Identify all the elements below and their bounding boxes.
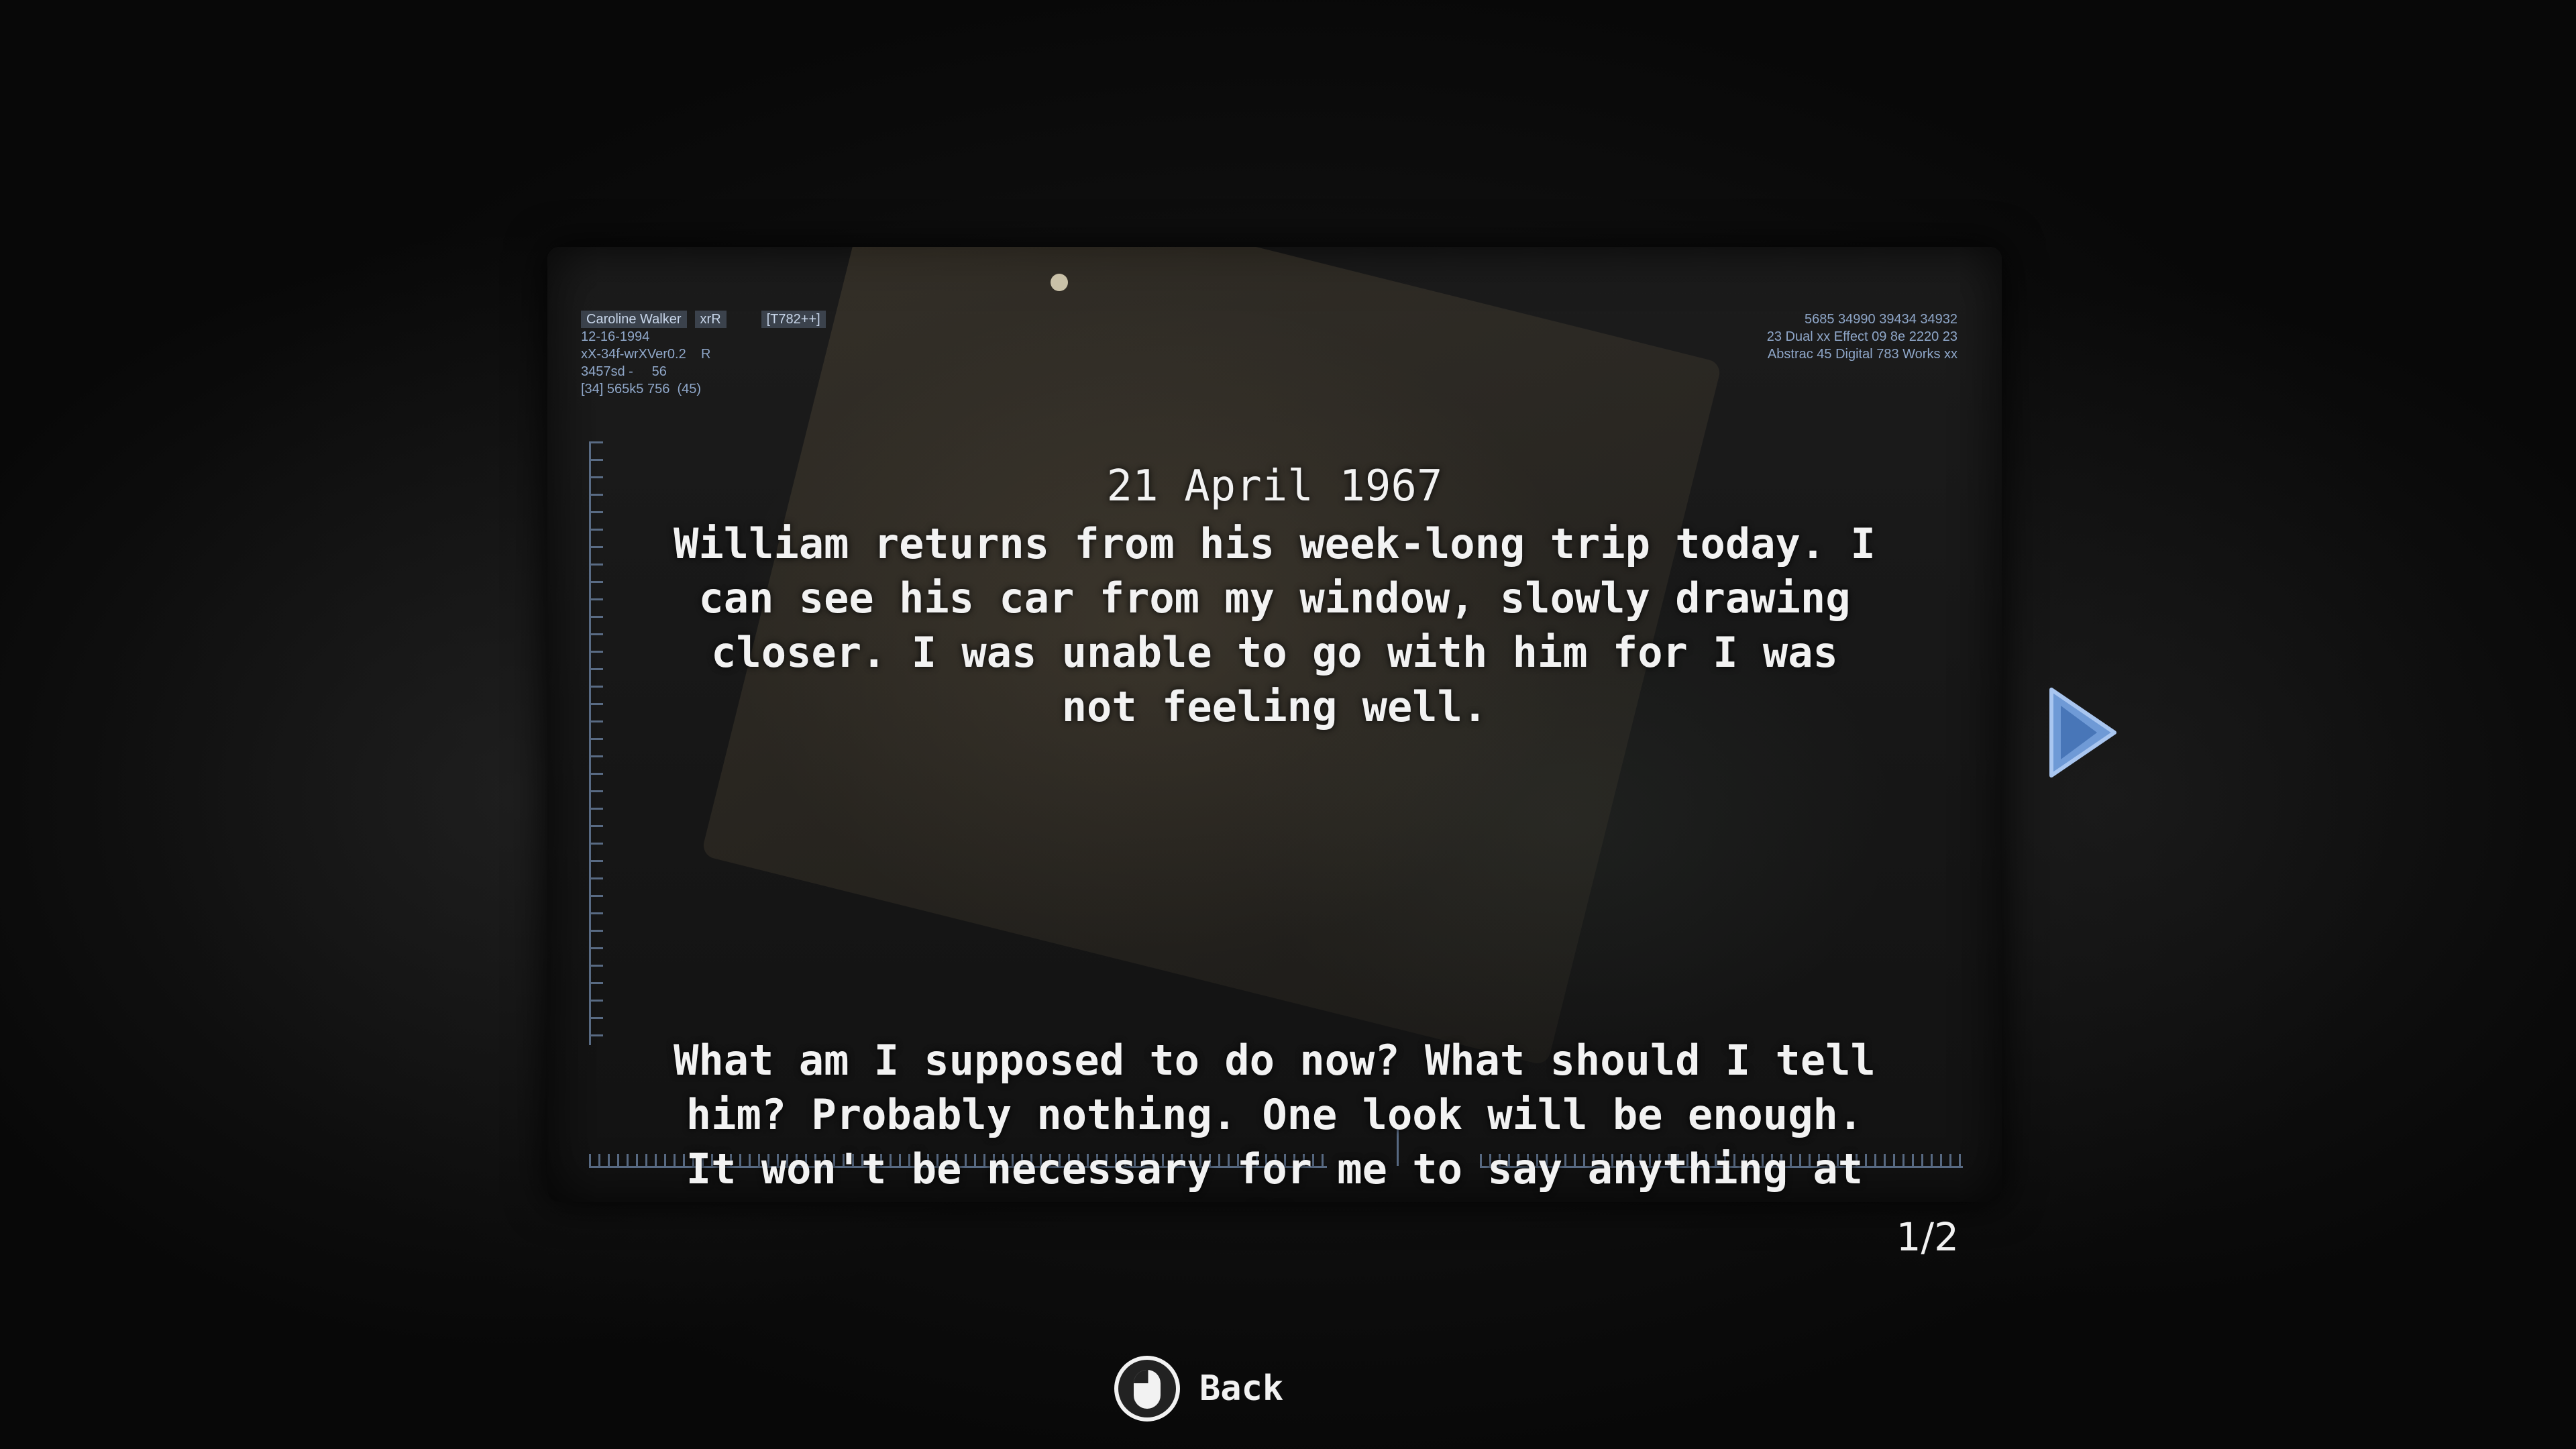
- hud-line: xX-34f-wrXVer0.2 R: [581, 347, 711, 362]
- hud-line: Abstrac 45 Digital 783 Works xx: [1767, 347, 1957, 362]
- back-label: Back: [1199, 1368, 1284, 1409]
- document-date: 21 April 1967: [1106, 462, 1443, 511]
- hud-line: 12-16-1994: [581, 329, 650, 344]
- hud-info-left: Caroline Walker xrR [T782++] 12-16-1994 xX…: [581, 311, 834, 398]
- document-paragraph: William returns from his week-long trip …: [674, 519, 1876, 731]
- hud-line: 3457sd - 56: [581, 364, 667, 379]
- page-counter: 1/2: [1896, 1214, 1959, 1260]
- hud-code: [T782++]: [761, 311, 826, 328]
- mouse-left-click-icon: [1114, 1355, 1181, 1422]
- vertical-ruler: [589, 441, 618, 1045]
- next-page-arrow-icon[interactable]: [2046, 686, 2120, 780]
- document-panel: Caroline Walker xrR [T782++] 12-16-1994 xX…: [547, 247, 2002, 1202]
- hud-name: Caroline Walker: [581, 311, 687, 328]
- hud-info-right: 5685 34990 39434 34932 23 Dual xx Effect…: [1767, 311, 1957, 363]
- hud-line: 5685 34990 39434 34932: [1804, 312, 1957, 327]
- document-paragraph: What am I supposed to do now? What shoul…: [674, 1036, 1876, 1202]
- back-button[interactable]: Back: [1114, 1355, 1283, 1422]
- hud-tag: xrR: [694, 311, 727, 328]
- pin-dot: [1051, 274, 1068, 291]
- hud-line: [34] 565k5 756 (45): [581, 382, 702, 396]
- hud-line: 23 Dual xx Effect 09 8e 2220 23: [1766, 329, 1957, 344]
